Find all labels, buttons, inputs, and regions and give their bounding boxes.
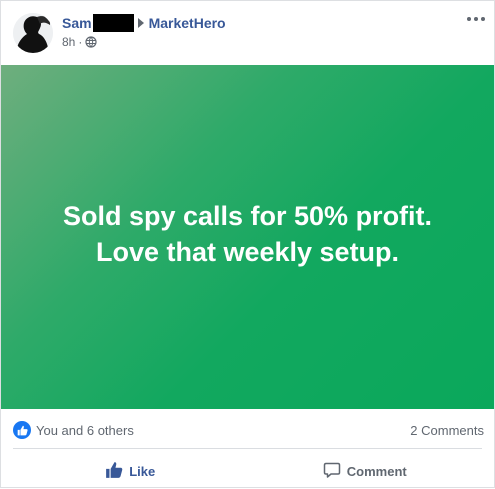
more-options-icon[interactable] <box>464 9 488 29</box>
likes-summary[interactable]: You and 6 others <box>13 421 134 439</box>
post-background-content: Sold spy calls for 50% profit. Love that… <box>1 65 494 409</box>
actions-divider <box>13 448 482 449</box>
like-reaction-icon <box>13 421 31 439</box>
post-text-line-1: Sold spy calls for 50% profit. <box>62 201 433 231</box>
avatar[interactable] <box>13 13 53 53</box>
post-timestamp[interactable]: 8h <box>62 35 75 49</box>
likes-text: You and 6 others <box>36 422 134 438</box>
meta-separator: · <box>78 35 83 49</box>
redacted-name-block <box>92 14 134 32</box>
comment-icon <box>323 461 341 482</box>
like-label: Like <box>129 463 156 479</box>
post-title-line: Sam MarketHero <box>62 14 226 32</box>
comments-count[interactable]: 2 Comments <box>410 423 484 438</box>
post-text: Sold spy calls for 50% profit. Love that… <box>33 198 463 270</box>
comment-label: Comment <box>346 463 407 479</box>
post-header: Sam MarketHero 8h · <box>1 1 494 65</box>
thumbs-up-icon <box>105 461 123 482</box>
reaction-stats: You and 6 others 2 Comments <box>13 419 484 441</box>
right-arrow-icon <box>137 18 144 28</box>
post-meta: 8h · <box>62 35 97 49</box>
post-card: Sam MarketHero 8h · Sold spy calls for 5… <box>0 0 495 488</box>
post-text-line-2: Love that weekly setup. <box>95 237 400 267</box>
globe-icon[interactable] <box>85 36 97 48</box>
comment-button[interactable]: Comment <box>248 453 483 489</box>
author-name[interactable]: Sam <box>62 15 92 31</box>
like-button[interactable]: Like <box>13 453 248 489</box>
group-name[interactable]: MarketHero <box>149 15 226 31</box>
post-actions: Like Comment <box>13 453 482 489</box>
